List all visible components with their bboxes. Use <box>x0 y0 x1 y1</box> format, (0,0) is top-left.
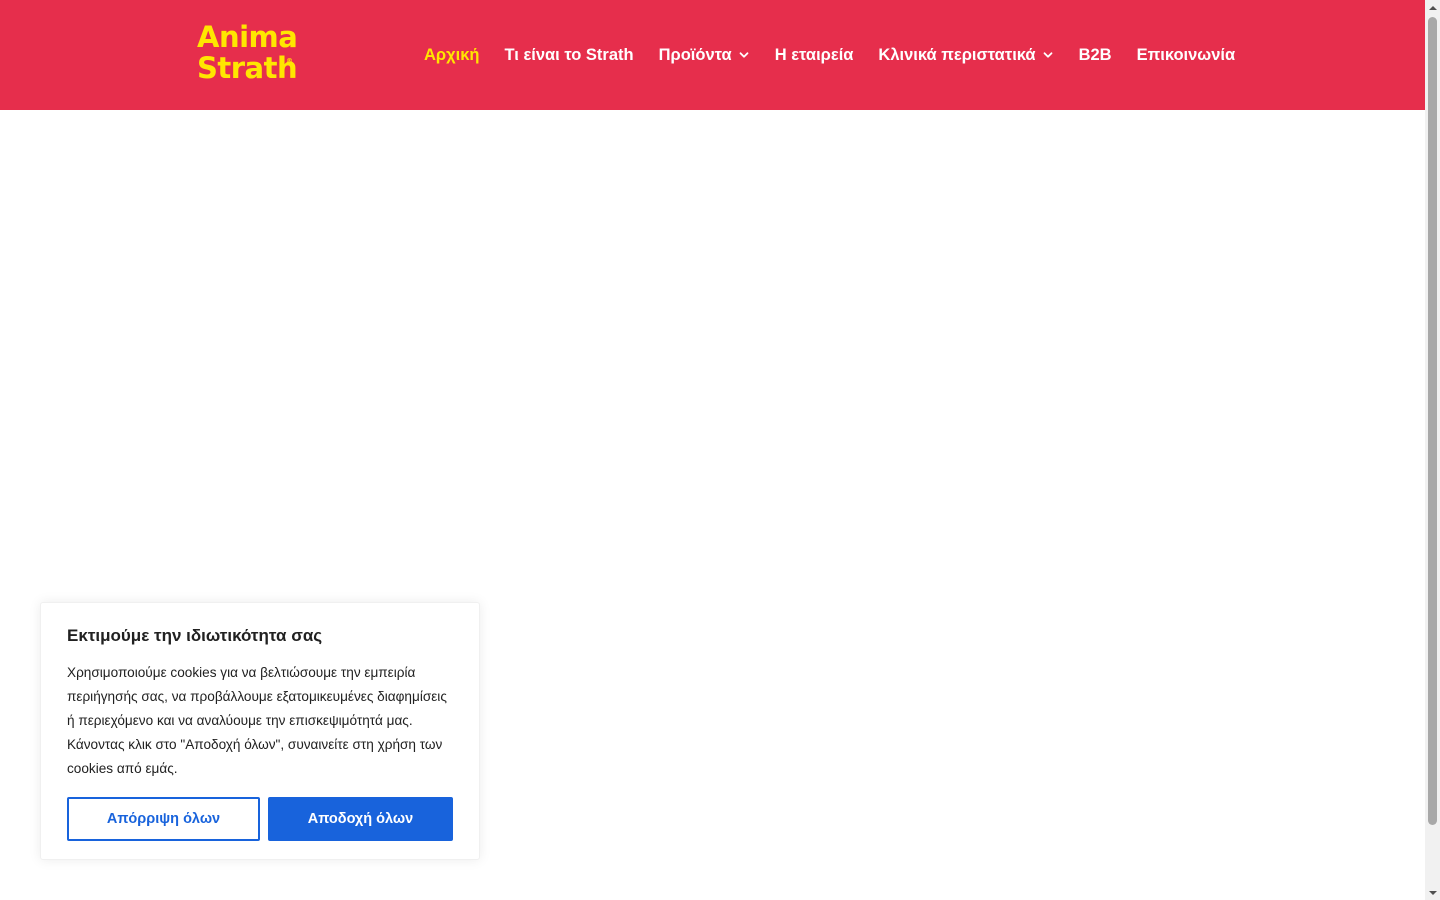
cookie-banner-actions: Απόρριψη όλων Αποδοχή όλων <box>67 797 453 841</box>
page: Anima Strath ® Αρχική Τι είναι το Strath… <box>0 0 1440 900</box>
site-logo[interactable]: Anima Strath ® <box>197 20 298 90</box>
logo-line-strath: Strath <box>197 51 298 85</box>
reject-all-button[interactable]: Απόρριψη όλων <box>67 797 260 841</box>
nav-item-home[interactable]: Αρχική <box>424 43 480 67</box>
cookie-banner-title: Εκτιμούμε την ιδιωτικότητα σας <box>67 626 323 645</box>
nav-item-contact[interactable]: Επικοινωνία <box>1137 43 1236 67</box>
nav-item-label: Κλινικά περιστατικά <box>878 46 1036 64</box>
chevron-down-icon <box>738 49 750 61</box>
nav-item-label: B2B <box>1078 46 1112 64</box>
nav-item-label: Τι είναι το Strath <box>504 46 634 64</box>
scrollbar-thumb[interactable] <box>1428 17 1437 825</box>
nav-item-label: Αρχική <box>424 46 480 64</box>
browser-viewport: Anima Strath ® Αρχική Τι είναι το Strath… <box>0 0 1425 900</box>
registered-mark: ® <box>286 57 293 65</box>
site-header: Anima Strath ® Αρχική Τι είναι το Strath… <box>0 0 1425 110</box>
nav-item-label: Επικοινωνία <box>1136 46 1236 64</box>
nav-item-company[interactable]: Η εταιρεία <box>775 43 854 67</box>
logo-line-anima: Anima <box>197 20 298 54</box>
nav-item-products[interactable]: Προϊόντα <box>659 43 750 67</box>
vertical-scrollbar[interactable] <box>1425 0 1440 900</box>
nav-item-what-is-strath[interactable]: Τι είναι το Strath <box>505 43 634 67</box>
scroll-up-arrow-icon[interactable] <box>1425 0 1440 15</box>
nav-item-b2b[interactable]: B2B <box>1079 43 1112 67</box>
scroll-down-arrow-icon[interactable] <box>1425 885 1440 900</box>
nav-item-label: Προϊόντα <box>658 46 732 64</box>
cookie-banner-text: Χρησιμοποιούμε cookies για να βελτιώσουμ… <box>67 665 447 776</box>
nav-item-clinical-cases[interactable]: Κλινικά περιστατικά <box>878 43 1053 67</box>
accept-all-button[interactable]: Αποδοχή όλων <box>268 797 453 841</box>
chevron-down-icon <box>1042 49 1054 61</box>
cookie-consent-banner: Εκτιμούμε την ιδιωτικότητα σας Χρησιμοπο… <box>40 602 480 860</box>
nav-item-label: Η εταιρεία <box>774 46 854 64</box>
main-navigation: Αρχική Τι είναι το Strath Προϊόντα Η ετα… <box>424 43 1235 67</box>
